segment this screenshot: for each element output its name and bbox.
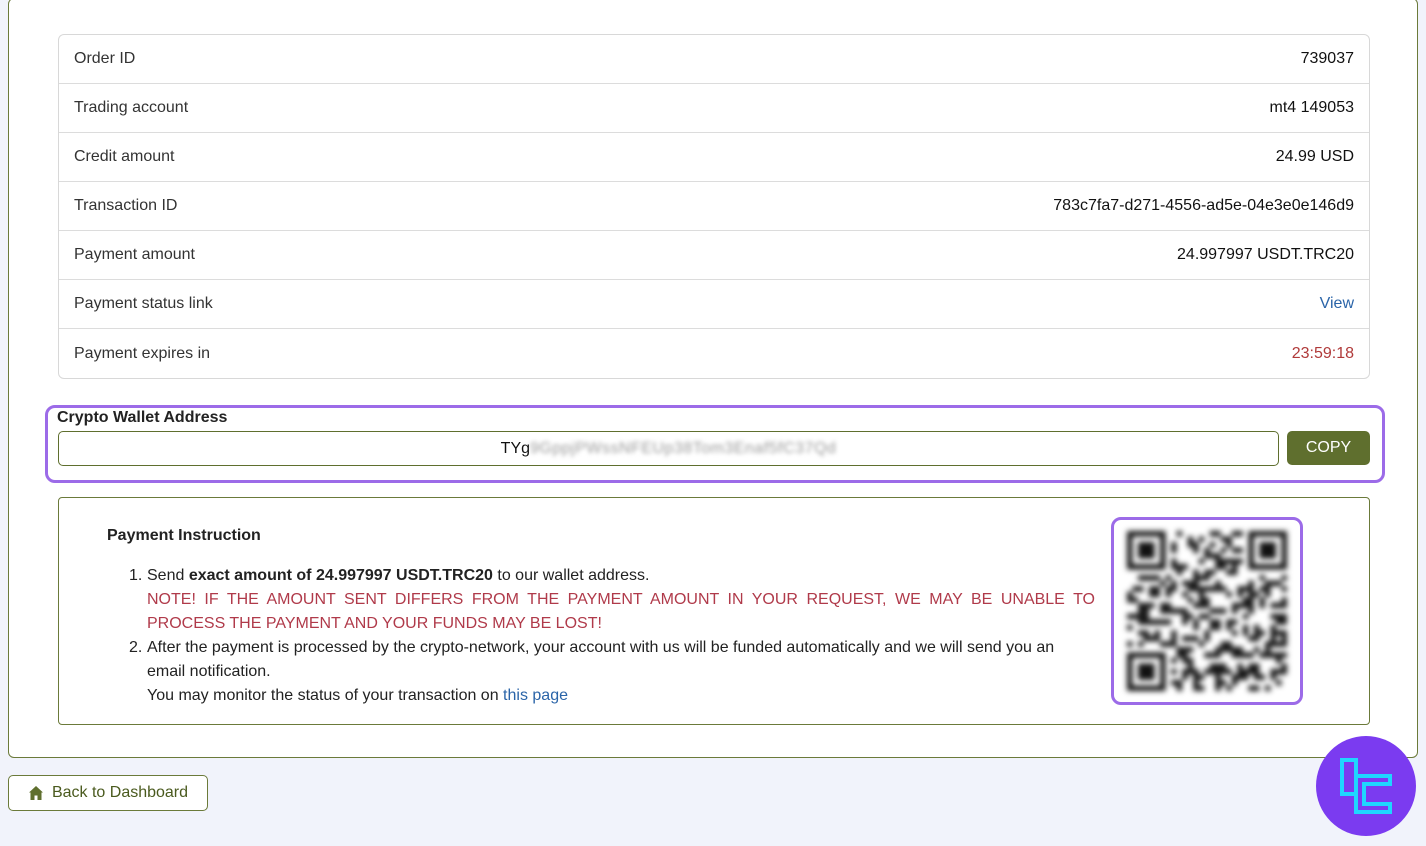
back-to-dashboard-label: Back to Dashboard bbox=[51, 784, 189, 801]
instruction-title: Payment Instruction bbox=[107, 527, 261, 544]
info-row: Credit amount 24.99 USD bbox=[59, 133, 1369, 182]
info-row-value: 783c7fa7-d271-4556-ad5e-04e3e0e146d9 bbox=[1053, 197, 1354, 214]
info-row: Trading account mt4 149053 bbox=[59, 84, 1369, 133]
brand-logo bbox=[1316, 736, 1416, 836]
brand-logo-icon bbox=[1340, 758, 1392, 814]
amount-warning: NOTE! IF THE AMOUNT SENT DIFFERS FROM TH… bbox=[147, 591, 1095, 632]
info-row-value: mt4 149053 bbox=[1269, 99, 1354, 116]
info-row: Transaction ID 783c7fa7-d271-4556-ad5e-04… bbox=[59, 182, 1369, 231]
instruction-step-2: 2. After the payment is processed by the… bbox=[129, 636, 1095, 708]
info-row: Order ID 739037 bbox=[59, 35, 1369, 84]
wallet-address-blurred: 9GppjPWssNFEUp38Tom3Enaf5fC37Qd bbox=[530, 439, 837, 457]
info-row-value: 24.997997 USDT.TRC20 bbox=[1177, 246, 1354, 263]
step2-text: After the payment is processed by the cr… bbox=[147, 639, 1055, 680]
info-row-label: Payment amount bbox=[74, 246, 195, 263]
info-row-value: 24.99 USD bbox=[1275, 148, 1354, 165]
monitor-text: You may monitor the status of your trans… bbox=[147, 687, 504, 704]
qr-code bbox=[1127, 531, 1287, 691]
payment-details-card: Order ID 739037 Trading account mt4 149053 C… bbox=[8, 0, 1418, 758]
wallet-address-prefix: TYg bbox=[500, 439, 531, 457]
qr-code-frame bbox=[1111, 517, 1303, 705]
this-page-link[interactable]: this page bbox=[503, 687, 568, 704]
expiry-timer: 23:59:18 bbox=[1291, 344, 1354, 362]
info-row-label: Order ID bbox=[74, 50, 136, 67]
copy-button[interactable]: COPY bbox=[1287, 431, 1370, 465]
wallet-address-field[interactable]: TYg 9GppjPWssNFEUp38Tom3Enaf5fC37Qd bbox=[58, 431, 1279, 466]
instruction-list: 1. Send exact amount of 24.997997 USDT.T… bbox=[129, 564, 1095, 708]
info-row-value: 739037 bbox=[1300, 50, 1354, 67]
info-row: Payment status link View bbox=[59, 280, 1369, 329]
view-status-link[interactable]: View bbox=[1320, 295, 1354, 313]
step-number: 2. bbox=[129, 639, 143, 656]
step-number: 1. bbox=[129, 567, 143, 584]
step1-text-pre: Send bbox=[147, 567, 189, 584]
step1-amount-bold: exact amount of 24.997997 USDT.TRC20 bbox=[188, 567, 493, 584]
info-row-label: Payment status link bbox=[74, 295, 213, 312]
info-row: Payment amount 24.997997 USDT.TRC20 bbox=[59, 231, 1369, 280]
instruction-step-1: 1. Send exact amount of 24.997997 USDT.T… bbox=[129, 564, 1095, 636]
info-row-label: Trading account bbox=[74, 99, 189, 116]
back-to-dashboard-button[interactable]: Back to Dashboard bbox=[8, 775, 208, 811]
step1-text-post: to our wallet address. bbox=[492, 567, 650, 584]
home-icon bbox=[28, 786, 43, 800]
wallet-address-label: Crypto Wallet Address bbox=[57, 409, 228, 426]
order-info-table: Order ID 739037 Trading account mt4 149053 C… bbox=[58, 34, 1370, 379]
info-row: Payment expires in 23:59:18 bbox=[59, 329, 1369, 378]
info-row-label: Payment expires in bbox=[74, 344, 211, 362]
info-row-label: Transaction ID bbox=[74, 197, 178, 214]
info-row-label: Credit amount bbox=[74, 148, 175, 165]
payment-instruction-box: Payment Instruction 1. Send exact amount… bbox=[58, 497, 1370, 725]
